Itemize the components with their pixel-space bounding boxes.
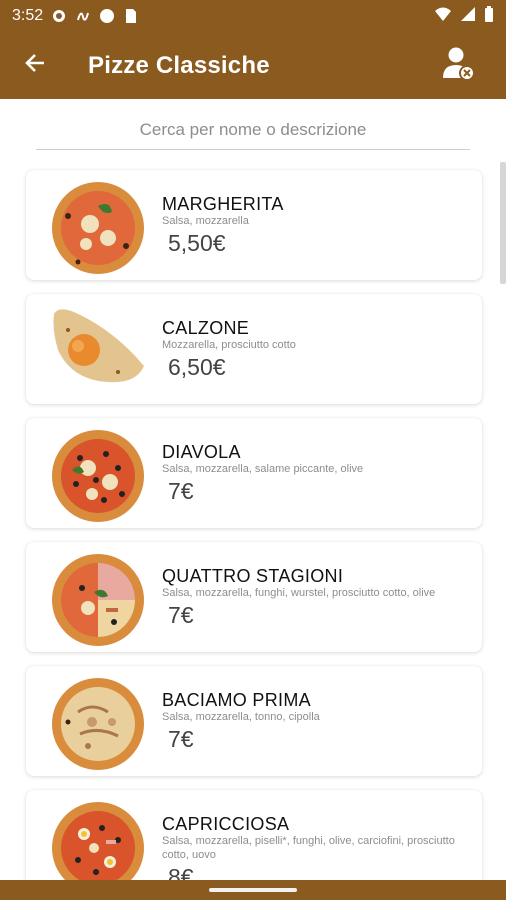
search-field[interactable] (36, 110, 470, 150)
pizza-description: Salsa, mozzarella, piselli*, funghi, oli… (162, 835, 455, 861)
account-remove-icon (442, 47, 476, 86)
pizza-name: DIAVOLA (162, 442, 241, 462)
pizza-description: Salsa, mozzarella (162, 215, 249, 227)
sim-card-icon (123, 8, 139, 24)
home-gesture-handle[interactable] (209, 888, 297, 892)
pizza-list: MARGHERITA Salsa, mozzarella 5,50€ CALZO… (26, 170, 482, 900)
pizza-name: CALZONE (162, 318, 250, 338)
pizza-description: Salsa, mozzarella, tonno, cipolla (162, 711, 320, 723)
pizza-card-quattro-stagioni[interactable]: QUATTRO STAGIONI Salsa, mozzarella, fung… (26, 542, 482, 652)
pizza-card-calzone[interactable]: CALZONE Mozzarella, prosciutto cotto 6,5… (26, 294, 482, 404)
gesture-icon (75, 8, 91, 24)
pizza-description: Mozzarella, prosciutto cotto (162, 339, 296, 351)
pizza-name: CAPRICCIOSA (162, 814, 290, 834)
page-title: Pizze Classiche (88, 51, 270, 79)
pizza-image (48, 548, 148, 648)
account-button[interactable] (442, 46, 476, 82)
back-button[interactable] (0, 32, 70, 99)
search-input[interactable] (36, 119, 470, 140)
pizza-image (48, 176, 148, 276)
pizza-description: Salsa, mozzarella, salame piccante, oliv… (162, 463, 364, 475)
pizza-image (48, 300, 148, 400)
gear-icon (51, 8, 67, 24)
status-time: 3:52 (12, 7, 44, 24)
pizza-name: BACIAMO PRIMA (162, 690, 311, 710)
pizza-name: QUATTRO STAGIONI (162, 566, 344, 586)
status-bar: 3:52 (0, 0, 506, 32)
pizza-card-diavola[interactable]: DIAVOLA Salsa, mozzarella, salame piccan… (26, 418, 482, 528)
pizza-price: 6,50€ (168, 354, 226, 380)
app-bar: Pizze Classiche (0, 32, 506, 99)
pizza-image (48, 672, 148, 772)
pizza-price: 5,50€ (168, 230, 226, 256)
wifi-icon (434, 6, 452, 27)
signal-icon (460, 6, 476, 27)
pizza-card-margherita[interactable]: MARGHERITA Salsa, mozzarella 5,50€ (26, 170, 482, 280)
pizza-price: 7€ (168, 602, 194, 628)
circle-icon (99, 8, 115, 24)
pizza-image (48, 424, 148, 524)
battery-icon (484, 5, 494, 27)
pizza-name: MARGHERITA (162, 194, 284, 214)
arrow-back-icon (24, 52, 46, 79)
scrollbar[interactable] (500, 162, 506, 284)
pizza-price: 7€ (168, 478, 194, 504)
navigation-bar (0, 880, 506, 900)
status-right-icons (434, 5, 494, 27)
pizza-price: 7€ (168, 726, 194, 752)
pizza-card-baciamo-prima[interactable]: BACIAMO PRIMA Salsa, mozzarella, tonno, … (26, 666, 482, 776)
pizza-description: Salsa, mozzarella, funghi, wurstel, pros… (162, 587, 436, 599)
